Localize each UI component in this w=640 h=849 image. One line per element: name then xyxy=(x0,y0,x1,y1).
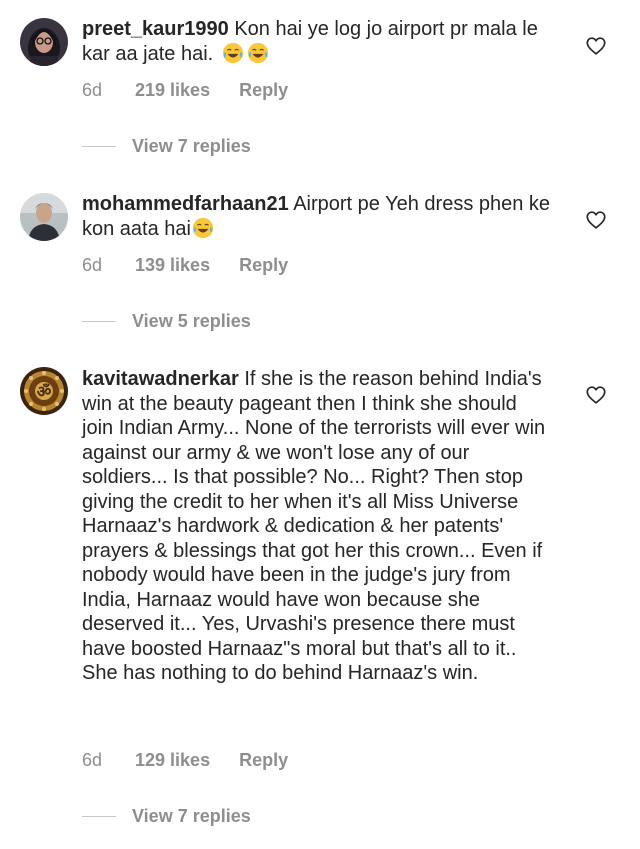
comment-username[interactable]: mohammedfarhaan21 xyxy=(82,193,289,215)
comment-text: kavitawadnerkar If she is the reason beh… xyxy=(82,367,552,686)
comment-time: 6d xyxy=(82,255,103,275)
comment-likes[interactable]: 219 likes xyxy=(135,80,210,101)
tears-of-joy-emoji xyxy=(247,42,268,63)
view-replies-label: View 7 replies xyxy=(132,806,251,826)
like-heart-icon[interactable] xyxy=(585,384,607,406)
view-replies-button[interactable]: View 7 replies xyxy=(82,136,251,157)
reply-button[interactable]: Reply xyxy=(239,80,288,101)
comment-username[interactable]: preet_kaur1990 xyxy=(82,18,229,40)
comment-time: 6d xyxy=(82,80,103,100)
comment-meta: 6d 219 likes Reply xyxy=(82,80,288,101)
comment-likes[interactable]: 129 likes xyxy=(135,750,210,771)
comment-message: If she is the reason behind India's win … xyxy=(82,368,546,684)
avatar[interactable]: ॐ xyxy=(20,367,68,415)
replies-divider xyxy=(82,816,116,817)
comment-meta: 6d 139 likes Reply xyxy=(82,255,288,276)
avatar[interactable] xyxy=(20,18,68,66)
view-replies-button[interactable]: View 7 replies xyxy=(82,806,251,827)
tears-of-joy-emoji xyxy=(222,42,243,63)
view-replies-label: View 5 replies xyxy=(132,311,251,331)
view-replies-button[interactable]: View 5 replies xyxy=(82,311,251,332)
comment-likes[interactable]: 139 likes xyxy=(135,255,210,276)
avatar[interactable] xyxy=(20,193,68,241)
reply-button[interactable]: Reply xyxy=(239,750,288,771)
replies-divider xyxy=(82,146,116,147)
reply-button[interactable]: Reply xyxy=(239,255,288,276)
replies-divider xyxy=(82,321,116,322)
svg-text:ॐ: ॐ xyxy=(37,382,52,401)
comment-meta: 6d 129 likes Reply xyxy=(82,750,288,771)
comment-text: mohammedfarhaan21 Airport pe Yeh dress p… xyxy=(82,192,552,241)
comment-time: 6d xyxy=(82,750,103,770)
comment-text: preet_kaur1990 Kon hai ye log jo airport… xyxy=(82,17,552,66)
like-heart-icon[interactable] xyxy=(585,35,607,57)
like-heart-icon[interactable] xyxy=(585,209,607,231)
comment-username[interactable]: kavitawadnerkar xyxy=(82,368,239,390)
view-replies-label: View 7 replies xyxy=(132,136,251,156)
tears-of-joy-emoji xyxy=(192,217,214,238)
